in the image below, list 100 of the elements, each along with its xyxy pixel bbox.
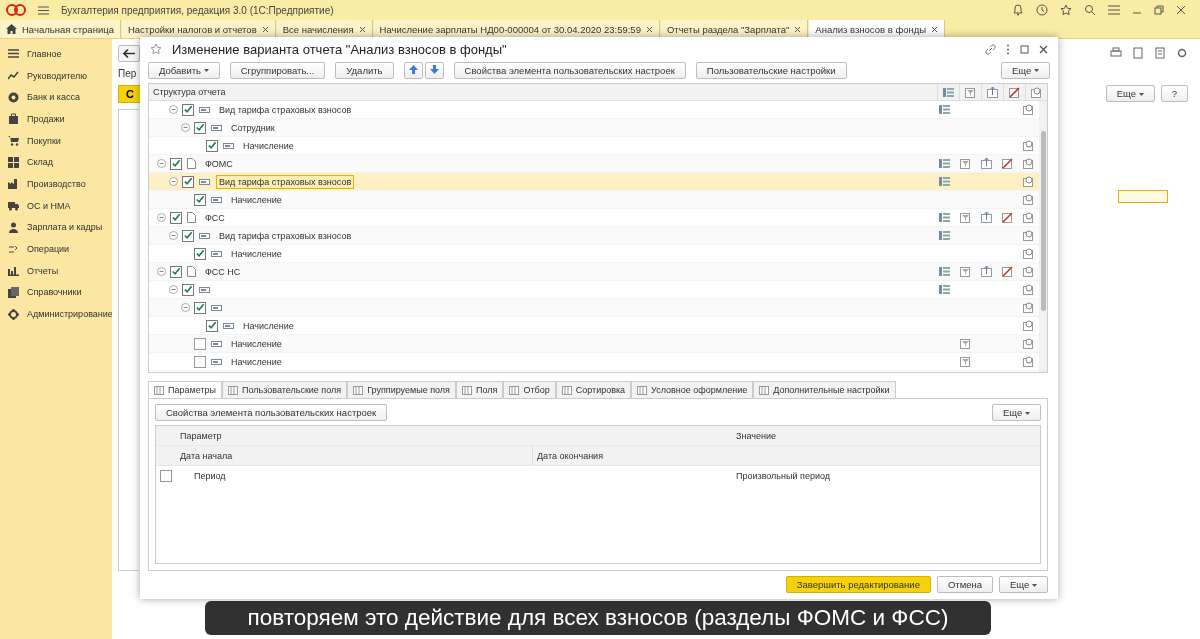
- collapse-icon[interactable]: [157, 159, 166, 168]
- collapse-icon[interactable]: [169, 105, 178, 114]
- checkbox[interactable]: [194, 247, 206, 260]
- checkbox[interactable]: [206, 319, 218, 332]
- collapse-icon[interactable]: [157, 213, 166, 222]
- open-tab[interactable]: Начальная страница: [0, 20, 121, 38]
- tree-row[interactable]: ФСС НС: [149, 263, 1039, 281]
- sidebar-item[interactable]: Администрирование: [0, 303, 112, 325]
- sidebar-item[interactable]: ОС и НМА: [0, 194, 112, 217]
- menu-icon[interactable]: [38, 5, 49, 15]
- tab[interactable]: Условное оформление: [631, 381, 754, 398]
- maximize-icon[interactable]: [1020, 44, 1029, 54]
- more-button[interactable]: Еще: [1105, 85, 1155, 102]
- sidebar-item[interactable]: Главное: [0, 43, 112, 65]
- tree-row[interactable]: Сотрудник: [149, 119, 1039, 137]
- checkbox[interactable]: [170, 265, 182, 278]
- more-button[interactable]: Еще: [1001, 61, 1050, 79]
- sidebar-item[interactable]: Операции: [0, 238, 112, 260]
- collapse-icon[interactable]: [169, 231, 178, 240]
- group-button[interactable]: Сгруппировать...: [229, 61, 326, 79]
- tree-row[interactable]: Начисление: [149, 335, 1039, 353]
- close-icon[interactable]: [931, 25, 939, 33]
- checkbox[interactable]: [194, 121, 206, 134]
- checkbox[interactable]: [182, 229, 194, 242]
- collapse-icon[interactable]: [169, 177, 178, 186]
- open-tab[interactable]: Начисление зарплаты НД00-000004 от 30.04.2020 23:59:59: [373, 20, 660, 38]
- delete-button[interactable]: Удалить: [335, 61, 394, 79]
- checkbox[interactable]: [182, 283, 194, 296]
- sidebar-item[interactable]: Производство: [0, 173, 112, 195]
- form-button[interactable]: С: [118, 85, 142, 103]
- checkbox[interactable]: [182, 103, 194, 116]
- close-icon[interactable]: [261, 25, 269, 33]
- open-tab[interactable]: Все начисления: [276, 20, 373, 38]
- link-icon[interactable]: [985, 43, 996, 55]
- cancel-button[interactable]: Отмена: [936, 576, 994, 593]
- checkbox[interactable]: [194, 337, 206, 350]
- tree-row[interactable]: Начисление: [149, 191, 1039, 209]
- print-icon[interactable]: [1110, 47, 1122, 59]
- tree-row[interactable]: Вид тарифа страховых взносов: [149, 173, 1039, 191]
- checkbox[interactable]: [194, 355, 206, 368]
- tab[interactable]: Пользовательские поля: [222, 381, 348, 398]
- tree-row[interactable]: ФОМС: [149, 155, 1039, 173]
- document-icon[interactable]: [1154, 47, 1166, 59]
- tab[interactable]: Отбор: [503, 381, 556, 398]
- move-up-button[interactable]: [403, 61, 423, 79]
- checkbox[interactable]: [160, 470, 172, 482]
- properties-button[interactable]: Свойства элемента пользовательских настроек: [155, 404, 388, 421]
- tab[interactable]: Параметры: [148, 381, 222, 398]
- input-field[interactable]: [1118, 190, 1168, 203]
- tab[interactable]: Поля: [456, 381, 504, 398]
- tree-row[interactable]: Вид тарифа страховых взносов: [149, 227, 1039, 245]
- checkbox[interactable]: [194, 193, 206, 206]
- document-icon[interactable]: [1132, 47, 1144, 59]
- collapse-icon[interactable]: [181, 303, 190, 312]
- open-tab[interactable]: Настройки налогов и отчетов: [121, 20, 276, 38]
- sidebar-item[interactable]: Банк и касса: [0, 86, 112, 109]
- star-icon[interactable]: [150, 43, 162, 55]
- checkbox[interactable]: [206, 139, 218, 152]
- tab[interactable]: Сортировка: [555, 381, 632, 398]
- tree-row[interactable]: Начисление: [149, 353, 1039, 371]
- help-button[interactable]: ?: [1160, 85, 1188, 102]
- restore-icon[interactable]: [1154, 5, 1164, 15]
- tab[interactable]: Группируемые поля: [347, 381, 456, 398]
- open-tab[interactable]: Анализ взносов в фонды: [809, 20, 946, 38]
- close-icon[interactable]: [794, 25, 802, 33]
- add-button[interactable]: Добавить: [148, 61, 220, 79]
- sidebar-item[interactable]: Склад: [0, 151, 112, 174]
- close-icon[interactable]: [1176, 5, 1186, 15]
- move-down-button[interactable]: [424, 61, 444, 79]
- more-icon[interactable]: [1006, 43, 1010, 55]
- collapse-icon[interactable]: [181, 123, 190, 132]
- search-icon[interactable]: [1084, 4, 1096, 16]
- close-icon[interactable]: [645, 25, 653, 33]
- checkbox[interactable]: [170, 211, 182, 224]
- user-settings-button[interactable]: Пользовательские настройки: [695, 61, 847, 79]
- back-button[interactable]: [118, 45, 140, 62]
- sidebar-item[interactable]: Покупки: [0, 129, 112, 152]
- sidebar-item[interactable]: Руководителю: [0, 64, 112, 87]
- close-icon[interactable]: [358, 25, 366, 33]
- scrollbar[interactable]: [1039, 101, 1047, 372]
- more-button[interactable]: Еще: [999, 576, 1048, 593]
- bell-icon[interactable]: [1012, 4, 1024, 16]
- open-tab[interactable]: Отчеты раздела "Зарплата": [660, 20, 809, 38]
- checkbox[interactable]: [170, 157, 182, 170]
- more-button[interactable]: Еще: [992, 404, 1041, 421]
- properties-button[interactable]: Свойства элемента пользовательских настроек: [453, 61, 686, 79]
- sidebar-item[interactable]: Справочники: [0, 281, 112, 304]
- collapse-icon[interactable]: [169, 285, 178, 294]
- sidebar-item[interactable]: Продажи: [0, 108, 112, 130]
- sidebar-item[interactable]: Зарплата и кадры: [0, 216, 112, 239]
- checkbox[interactable]: [194, 301, 206, 314]
- sidebar-item[interactable]: Отчеты: [0, 259, 112, 282]
- history-icon[interactable]: [1036, 4, 1048, 16]
- tab[interactable]: Дополнительные настройки: [753, 381, 896, 398]
- checkbox[interactable]: [182, 175, 194, 188]
- close-icon[interactable]: [1039, 44, 1048, 54]
- document-icon: [187, 212, 196, 223]
- finish-editing-button[interactable]: Завершить редактирование: [785, 576, 931, 593]
- star-icon[interactable]: [1060, 4, 1072, 16]
- collapse-icon[interactable]: [157, 267, 166, 276]
